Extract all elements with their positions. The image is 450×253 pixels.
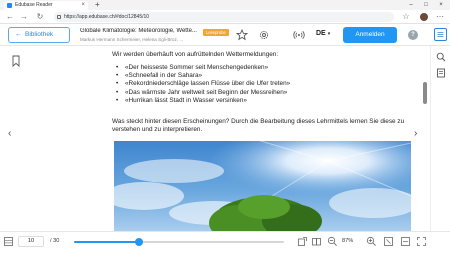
list-item: • «Das wärmste Jahr weltweit seit Beginn … (112, 89, 422, 97)
fullscreen-icon[interactable] (416, 236, 427, 247)
bullet-icon: • (116, 88, 119, 96)
new-tab-button[interactable]: + (95, 0, 100, 10)
intro-text: Wir werden überhäuft von aufrüttelnden W… (112, 51, 279, 58)
browser-menu-icon[interactable]: ⋯ (434, 11, 446, 23)
url-field[interactable]: https://app.edubase.ch/#doc/12845/10 (54, 12, 394, 22)
page-slider-progress (74, 241, 139, 243)
zoom-in-icon[interactable] (366, 236, 377, 247)
language-select[interactable]: DE ▾ (316, 30, 330, 37)
page-slider-handle[interactable] (135, 238, 143, 246)
list-item: • «Hurrikan lässt Stadt in Wasser versink… (112, 97, 422, 105)
back-to-library-label: Bibliothek (25, 31, 54, 38)
arrow-left-icon: ← (15, 31, 22, 38)
reload-icon[interactable]: ↻ (34, 11, 46, 23)
language-value: DE (316, 30, 326, 37)
favicon-icon (7, 3, 12, 8)
fit-page-icon[interactable] (383, 236, 394, 247)
audio-wave-icon[interactable] (293, 29, 305, 41)
book-authors: Markus Hermann Schermeier, Helena Sgli-B… (80, 37, 184, 42)
sign-in-button[interactable]: Anmelden (343, 27, 397, 43)
bullet-icon: • (116, 64, 119, 71)
address-bar-row: ← → ↻ https://app.edubase.ch/#doc/12845/… (0, 10, 450, 24)
page-number-input[interactable]: 10 (18, 236, 44, 247)
list-item: • «Schneefall in der Sahara» (112, 72, 422, 80)
headline-list: • «Der heisseste Sommer seit Menschengede… (112, 64, 422, 105)
list-item: • «Der heisseste Sommer seit Menschengede… (112, 64, 422, 72)
app-header: ← Bibliothek Globale Klimatologie: Meteo… (0, 24, 450, 46)
zoom-out-icon[interactable] (327, 236, 338, 247)
settings-gear-icon[interactable] (258, 29, 270, 41)
favorites-icon[interactable]: ☆ (400, 11, 412, 23)
bullet-icon: • (116, 96, 119, 104)
back-nav-icon[interactable]: ← (4, 11, 16, 23)
side-menu-icon[interactable] (434, 28, 447, 41)
star-icon[interactable] (236, 29, 248, 41)
sky-tree-illustration (114, 141, 411, 231)
page-total: / 30 (50, 238, 60, 244)
help-icon[interactable]: ? (408, 30, 418, 40)
maximize-button[interactable]: □ (419, 0, 433, 10)
lock-icon (57, 15, 61, 19)
sky-tree-photo (114, 141, 411, 231)
minimize-button[interactable]: – (404, 0, 418, 10)
list-item: • «Rekordniederschläge lassen Flüsse über… (112, 80, 422, 88)
thumbnails-icon[interactable] (3, 236, 14, 247)
body-paragraph: Was steckt hinter diesen Erscheinungen? … (112, 118, 405, 133)
browser-tab-title: Edubase Reader (15, 2, 53, 8)
close-window-button[interactable]: × (434, 0, 448, 10)
zoom-level: 87% (342, 238, 354, 244)
bullet-icon: • (116, 72, 119, 80)
browser-tab-strip: Edubase Reader × + – □ × (0, 0, 450, 10)
profile-avatar[interactable] (420, 13, 428, 21)
headline-text: «Hurrikan lässt Stadt in Wasser versinke… (125, 96, 247, 104)
forward-nav-icon[interactable]: → (18, 11, 30, 23)
right-tool-rail (430, 46, 450, 231)
close-tab-icon[interactable]: × (81, 1, 85, 10)
headline-text: «Das wärmste Jahr weltweit seit Beginn d… (125, 88, 288, 96)
fit-width-icon[interactable] (400, 236, 411, 247)
search-icon[interactable] (436, 52, 446, 62)
url-text: https://app.edubase.ch/#doc/12845/10 (64, 14, 150, 20)
page-layout-icon[interactable] (311, 236, 322, 247)
scrollbar-thumb[interactable] (423, 82, 427, 104)
book-title: Globale Klimatologie: Meteorologie, Wett… (80, 28, 197, 34)
back-to-library-button[interactable]: ← Bibliothek (8, 27, 70, 43)
browser-tab[interactable]: Edubase Reader × (4, 1, 88, 10)
headline-text: «Schneefall in der Sahara» (125, 72, 203, 80)
rotate-page-icon[interactable] (297, 236, 308, 247)
preview-badge: Leseprobe (203, 29, 229, 36)
bookmark-icon[interactable] (11, 55, 21, 67)
headline-text: «Rekordniederschläge lassen Flüsse über … (125, 80, 291, 88)
previous-page-arrow-icon[interactable]: ‹ (8, 128, 11, 139)
notes-icon[interactable] (436, 68, 446, 78)
chevron-down-icon: ▾ (327, 31, 331, 37)
headline-text: «Der heisseste Sommer seit Menschengeden… (125, 64, 269, 71)
bullet-icon: • (116, 80, 119, 88)
